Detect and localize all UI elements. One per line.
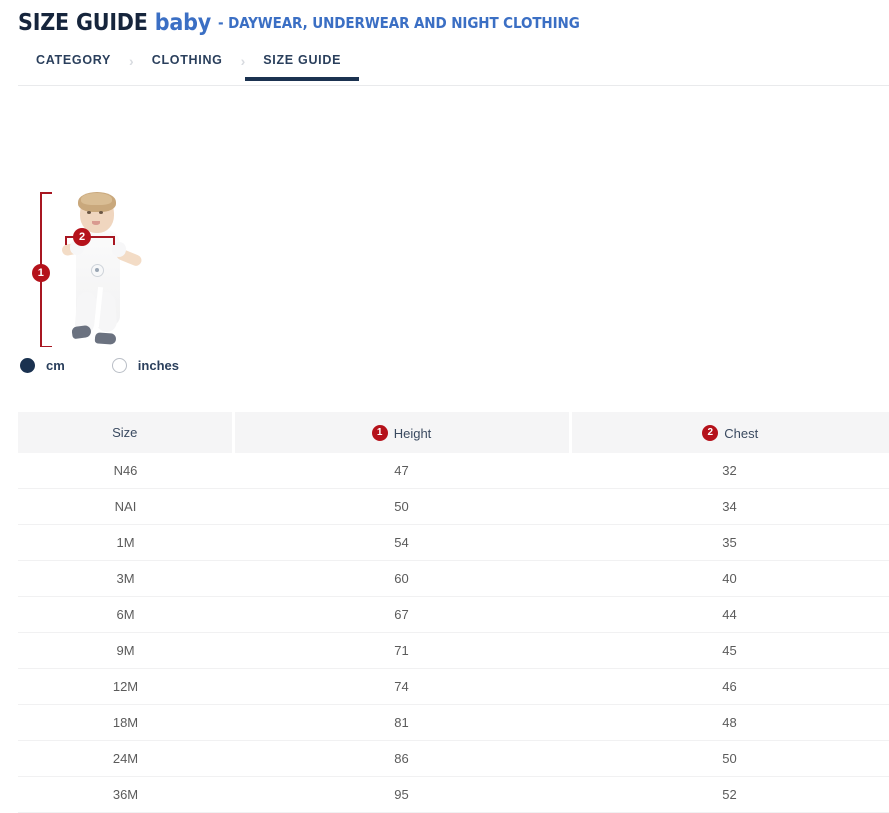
cell-chest: 32 bbox=[570, 453, 889, 489]
cell-size: NAI bbox=[18, 489, 233, 525]
marker-badge-height: 1 bbox=[32, 264, 50, 282]
breadcrumb: CATEGORY › CLOTHING › SIZE GUIDE bbox=[18, 50, 359, 86]
shoe-left bbox=[71, 325, 91, 340]
baby-photo bbox=[54, 192, 146, 347]
table-row: 1M5435 bbox=[18, 525, 889, 561]
breadcrumb-item-category[interactable]: CATEGORY bbox=[18, 50, 129, 81]
radio-cm[interactable] bbox=[20, 358, 35, 373]
cell-size: 12M bbox=[18, 669, 233, 705]
height-measure-cap-bottom bbox=[40, 346, 52, 348]
cell-height: 47 bbox=[233, 453, 570, 489]
breadcrumb-divider bbox=[18, 85, 889, 86]
page-title: SIZE GUIDE baby - DAYWEAR, UNDERWEAR AND N… bbox=[18, 10, 580, 36]
breadcrumb-item-clothing[interactable]: CLOTHING bbox=[134, 50, 241, 81]
cell-chest: 46 bbox=[570, 669, 889, 705]
cell-height: 71 bbox=[233, 633, 570, 669]
cell-size: 3M bbox=[18, 561, 233, 597]
cell-height: 95 bbox=[233, 777, 570, 813]
cell-size: N46 bbox=[18, 453, 233, 489]
measurement-figure: 1 2 bbox=[18, 180, 178, 355]
table-row: 18M8148 bbox=[18, 705, 889, 741]
baby-mouth bbox=[92, 221, 100, 225]
cell-height: 67 bbox=[233, 597, 570, 633]
cell-height: 54 bbox=[233, 525, 570, 561]
cell-chest: 34 bbox=[570, 489, 889, 525]
cell-size: 24M bbox=[18, 741, 233, 777]
cell-size: 1M bbox=[18, 525, 233, 561]
marker-badge-chest: 2 bbox=[73, 228, 91, 246]
page-title-main: SIZE GUIDE bbox=[18, 10, 148, 36]
column-header-chest-label: Chest bbox=[724, 426, 758, 441]
table-row: 9M7145 bbox=[18, 633, 889, 669]
cell-chest: 45 bbox=[570, 633, 889, 669]
page-title-subtitle: - DAYWEAR, UNDERWEAR AND NIGHT CLOTHING bbox=[218, 14, 580, 32]
table-row: 36M9552 bbox=[18, 777, 889, 813]
cell-height: 81 bbox=[233, 705, 570, 741]
cell-chest: 40 bbox=[570, 561, 889, 597]
shoe-right bbox=[95, 332, 117, 344]
unit-option-cm[interactable]: cm bbox=[20, 358, 65, 373]
cell-size: 9M bbox=[18, 633, 233, 669]
table-row: 6M6744 bbox=[18, 597, 889, 633]
cell-size: 36M bbox=[18, 777, 233, 813]
table-row: N464732 bbox=[18, 453, 889, 489]
unit-label-cm: cm bbox=[46, 358, 65, 373]
table-row: NAI5034 bbox=[18, 489, 889, 525]
column-badge-height: 1 bbox=[372, 425, 388, 441]
unit-selector: cm inches bbox=[20, 358, 179, 373]
table-header-row: Size 1 Height 2 Chest bbox=[18, 412, 889, 453]
unit-option-inches[interactable]: inches bbox=[112, 358, 179, 373]
size-guide-table: Size 1 Height 2 Chest N464732 NAI5034 1M… bbox=[18, 412, 889, 813]
cell-chest: 35 bbox=[570, 525, 889, 561]
chest-measure-cap-right bbox=[113, 236, 115, 245]
column-header-size-label: Size bbox=[112, 425, 137, 440]
cell-height: 74 bbox=[233, 669, 570, 705]
column-header-height-label: Height bbox=[394, 426, 432, 441]
chest-measure-cap-left bbox=[65, 236, 67, 245]
breadcrumb-item-size-guide[interactable]: SIZE GUIDE bbox=[245, 50, 359, 81]
column-badge-chest: 2 bbox=[702, 425, 718, 441]
baby-hair-highlight bbox=[81, 193, 112, 205]
cell-height: 86 bbox=[233, 741, 570, 777]
cell-height: 60 bbox=[233, 561, 570, 597]
baby-eye-right bbox=[99, 211, 103, 214]
cell-height: 50 bbox=[233, 489, 570, 525]
cell-size: 18M bbox=[18, 705, 233, 741]
column-header-height: 1 Height bbox=[233, 412, 570, 453]
cell-chest: 48 bbox=[570, 705, 889, 741]
table-row: 24M8650 bbox=[18, 741, 889, 777]
cell-chest: 50 bbox=[570, 741, 889, 777]
height-measure-cap-top bbox=[40, 192, 52, 194]
table-body: N464732 NAI5034 1M5435 3M6040 6M6744 9M7… bbox=[18, 453, 889, 813]
baby-eye-left bbox=[87, 211, 91, 214]
cell-size: 6M bbox=[18, 597, 233, 633]
column-header-size: Size bbox=[18, 412, 233, 453]
page-title-category: baby bbox=[155, 10, 211, 36]
radio-inches[interactable] bbox=[112, 358, 127, 373]
table-row: 3M6040 bbox=[18, 561, 889, 597]
cell-chest: 52 bbox=[570, 777, 889, 813]
unit-label-inches: inches bbox=[138, 358, 179, 373]
column-header-chest: 2 Chest bbox=[570, 412, 889, 453]
romper-logo bbox=[91, 264, 104, 277]
cell-chest: 44 bbox=[570, 597, 889, 633]
table-row: 12M7446 bbox=[18, 669, 889, 705]
